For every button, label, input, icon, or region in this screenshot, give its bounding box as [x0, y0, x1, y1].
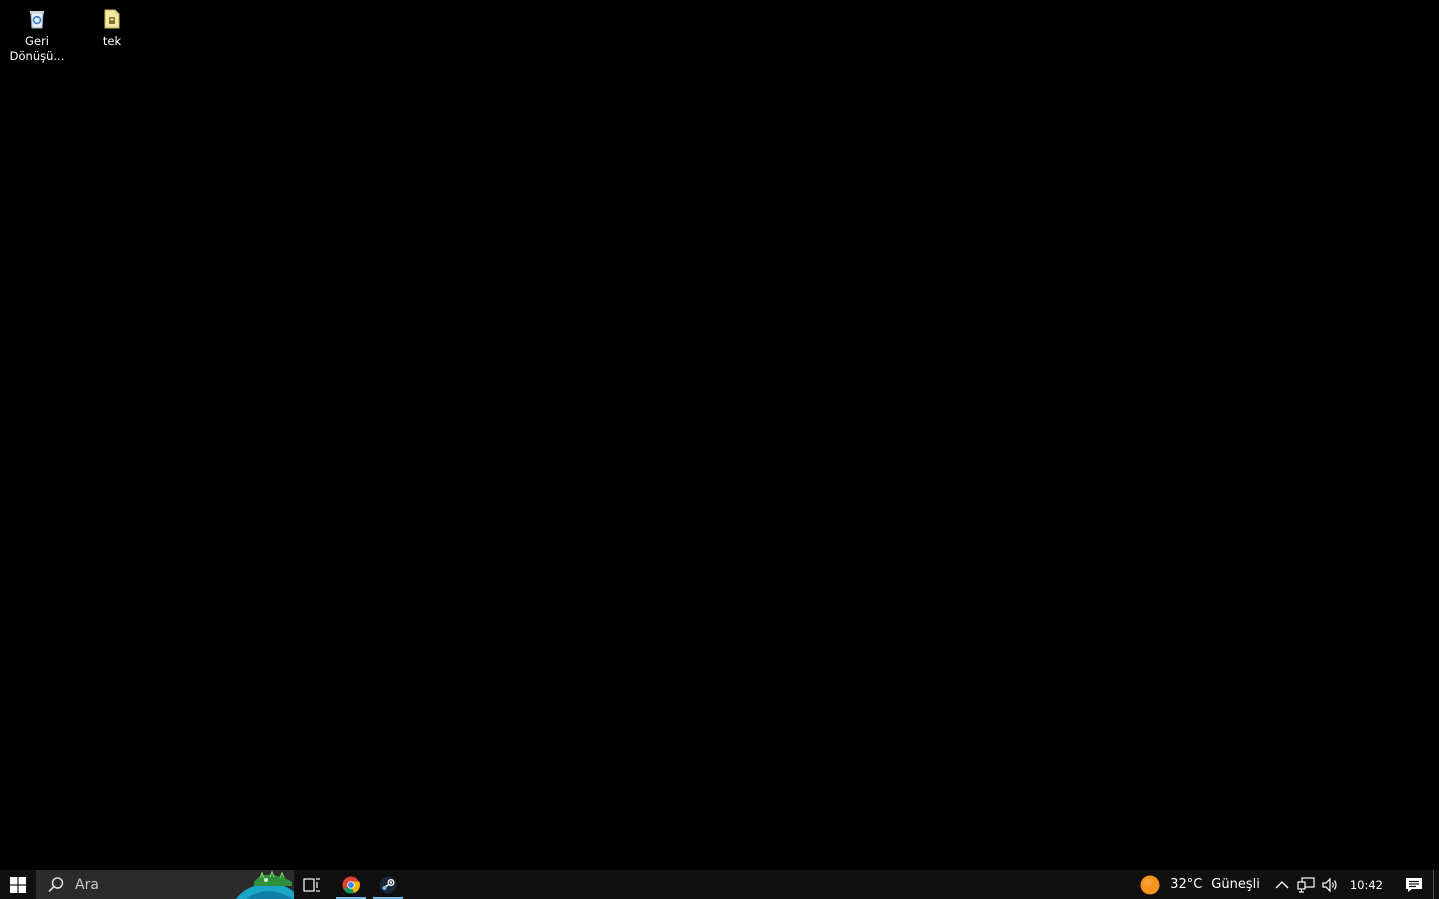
start-button[interactable]: [0, 870, 36, 899]
weather-temperature: 32°C: [1170, 877, 1203, 892]
search-box[interactable]: [36, 870, 294, 899]
task-view-icon: [303, 877, 320, 892]
network-icon: [1297, 876, 1315, 893]
network-button[interactable]: [1294, 870, 1318, 899]
chevron-up-icon: [1275, 880, 1289, 888]
show-hidden-icons-button[interactable]: [1270, 870, 1294, 899]
search-icon: [48, 876, 64, 892]
sun-icon: [1140, 875, 1160, 894]
chrome-icon: [342, 876, 360, 893]
desktop[interactable]: Geri Dönüşü... tek: [0, 0, 1439, 870]
show-desktop-button[interactable]: [1433, 870, 1439, 899]
search-input[interactable]: [75, 876, 225, 893]
steam-icon: [379, 876, 397, 893]
taskbar: 32°C Güneşli 10:42: [0, 870, 1439, 899]
desktop-icon-tek[interactable]: tek: [75, 2, 149, 49]
action-center-button[interactable]: [1395, 870, 1433, 899]
volume-button[interactable]: [1318, 870, 1342, 899]
taskbar-app-chrome[interactable]: [333, 870, 369, 899]
recycle-bin-icon: [30, 11, 44, 29]
task-view-button[interactable]: [294, 870, 330, 899]
desktop-icon-recycle-bin[interactable]: Geri Dönüşü...: [0, 2, 74, 64]
action-center-icon: [1406, 877, 1422, 892]
windows-logo-icon: [10, 876, 26, 893]
taskbar-app-steam[interactable]: [370, 870, 406, 899]
weather-widget[interactable]: 32°C Güneşli: [1136, 870, 1270, 899]
clock[interactable]: 10:42: [1342, 870, 1395, 899]
desktop-icon-label: Geri Dönüşü...: [9, 34, 65, 63]
volume-icon: [1322, 877, 1337, 892]
desktop-icon-label: tek: [102, 34, 122, 48]
search-highlight-image-icon: [236, 870, 294, 899]
file-icon: [104, 9, 120, 29]
weather-condition: Güneşli: [1211, 877, 1260, 892]
clock-time: 10:42: [1349, 877, 1383, 892]
